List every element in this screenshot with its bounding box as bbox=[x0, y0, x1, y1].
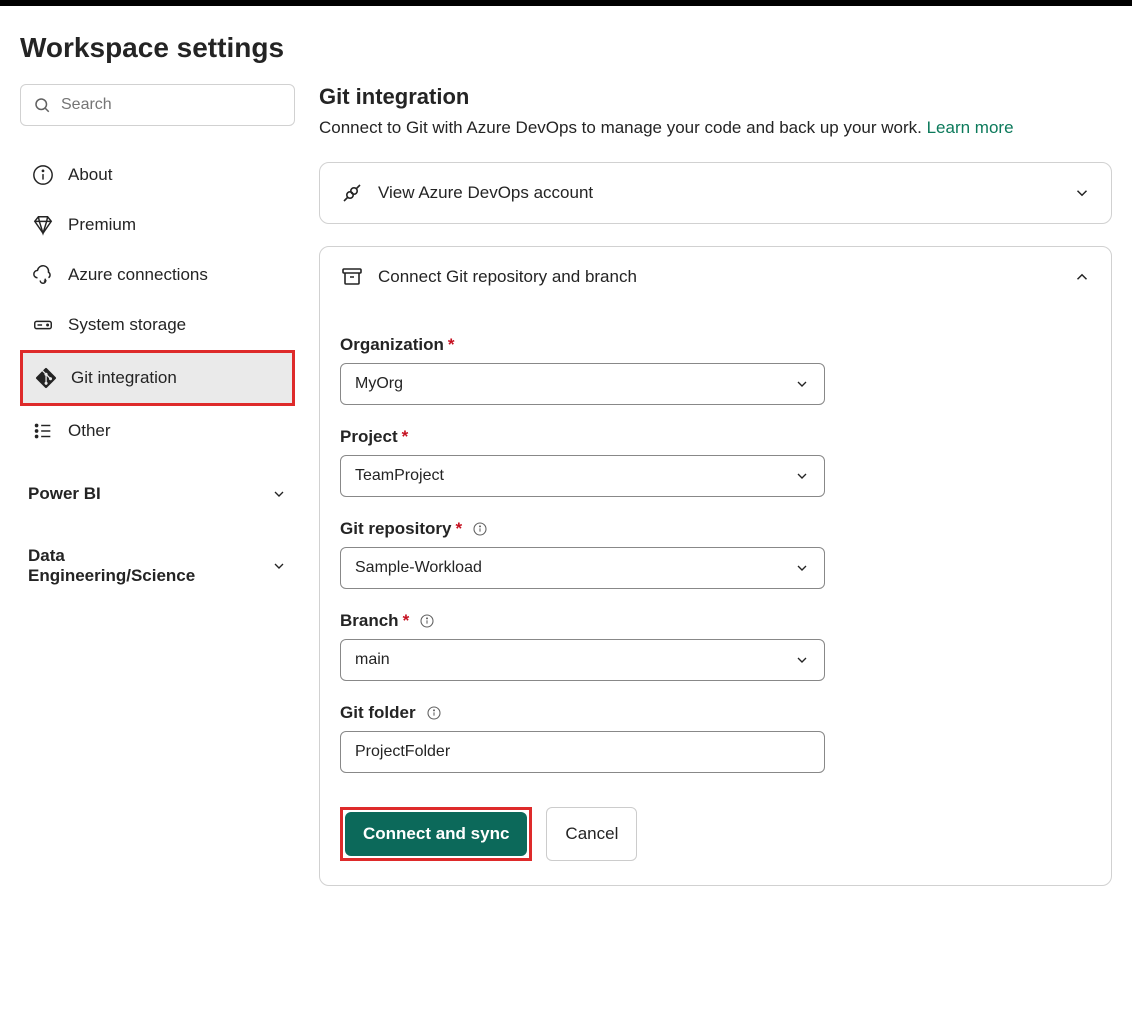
required-asterisk: * bbox=[402, 427, 409, 447]
sidebar-item-premium[interactable]: Premium bbox=[20, 200, 295, 250]
select-value: TeamProject bbox=[355, 467, 444, 485]
cloud-sync-icon bbox=[32, 264, 54, 286]
select-value: main bbox=[355, 651, 390, 669]
info-icon[interactable] bbox=[472, 521, 488, 537]
field-label-git-folder: Git folder bbox=[340, 703, 1091, 723]
panel-connect-repo: Connect Git repository and branch Organi… bbox=[319, 246, 1112, 886]
sidebar-group-label: Power BI bbox=[28, 484, 101, 504]
plug-icon bbox=[340, 181, 364, 205]
cancel-button[interactable]: Cancel bbox=[546, 807, 637, 861]
label-text: Git repository bbox=[340, 519, 451, 539]
panel-view-account-header[interactable]: View Azure DevOps account bbox=[320, 163, 1111, 223]
field-label-project: Project * bbox=[340, 427, 1091, 447]
chevron-down-icon bbox=[271, 486, 287, 502]
repository-select[interactable]: Sample-Workload bbox=[340, 547, 825, 589]
sidebar-item-label: About bbox=[68, 165, 112, 185]
chevron-down-icon bbox=[794, 468, 810, 484]
chevron-down-icon bbox=[1073, 184, 1091, 202]
required-asterisk: * bbox=[448, 335, 455, 355]
sidebar-item-git-integration[interactable]: Git integration bbox=[20, 350, 295, 406]
panel-connect-body: Organization * MyOrg Project * TeamProje… bbox=[320, 307, 1111, 885]
sidebar-item-label: Git integration bbox=[71, 368, 177, 388]
connect-button-highlight: Connect and sync bbox=[340, 807, 532, 861]
sidebar-item-other[interactable]: Other bbox=[20, 406, 295, 456]
main-content: Git integration Connect to Git with Azur… bbox=[295, 84, 1112, 908]
sidebar-group-powerbi[interactable]: Power BI bbox=[20, 470, 295, 518]
field-project: Project * TeamProject bbox=[340, 427, 1091, 497]
git-folder-input[interactable] bbox=[340, 731, 825, 773]
chevron-down-icon bbox=[794, 560, 810, 576]
field-branch: Branch * main bbox=[340, 611, 1091, 681]
panel-view-account: View Azure DevOps account bbox=[319, 162, 1112, 224]
sidebar-item-label: System storage bbox=[68, 315, 186, 335]
select-value: MyOrg bbox=[355, 375, 403, 393]
chevron-down-icon bbox=[794, 376, 810, 392]
field-label-branch: Branch * bbox=[340, 611, 1091, 631]
info-icon[interactable] bbox=[419, 613, 435, 629]
search-icon bbox=[33, 96, 51, 114]
label-text: Project bbox=[340, 427, 398, 447]
sidebar: About Premium Azure connections System s… bbox=[20, 84, 295, 908]
info-icon[interactable] bbox=[426, 705, 442, 721]
field-repository: Git repository * Sample-Workload bbox=[340, 519, 1091, 589]
branch-select[interactable]: main bbox=[340, 639, 825, 681]
project-select[interactable]: TeamProject bbox=[340, 455, 825, 497]
sidebar-item-label: Azure connections bbox=[68, 265, 208, 285]
sidebar-item-azure-connections[interactable]: Azure connections bbox=[20, 250, 295, 300]
diamond-icon bbox=[32, 214, 54, 236]
storage-icon bbox=[32, 314, 54, 336]
search-input[interactable] bbox=[61, 96, 282, 114]
archive-icon bbox=[340, 265, 364, 289]
button-row: Connect and sync Cancel bbox=[340, 807, 1091, 861]
list-icon bbox=[32, 420, 54, 442]
panel-title: Connect Git repository and branch bbox=[378, 267, 637, 287]
field-organization: Organization * MyOrg bbox=[340, 335, 1091, 405]
chevron-down-icon bbox=[794, 652, 810, 668]
label-text: Organization bbox=[340, 335, 444, 355]
field-label-repository: Git repository * bbox=[340, 519, 1091, 539]
label-text: Git folder bbox=[340, 703, 416, 723]
sidebar-item-label: Premium bbox=[68, 215, 136, 235]
chevron-down-icon bbox=[271, 558, 287, 574]
main-subtitle: Connect to Git with Azure DevOps to mana… bbox=[319, 118, 1112, 138]
field-label-organization: Organization * bbox=[340, 335, 1091, 355]
label-text: Branch bbox=[340, 611, 399, 631]
panel-title: View Azure DevOps account bbox=[378, 183, 593, 203]
field-git-folder: Git folder bbox=[340, 703, 1091, 773]
subtitle-text: Connect to Git with Azure DevOps to mana… bbox=[319, 118, 927, 137]
learn-more-link[interactable]: Learn more bbox=[927, 118, 1014, 137]
git-icon bbox=[35, 367, 57, 389]
panel-connect-repo-header[interactable]: Connect Git repository and branch bbox=[320, 247, 1111, 307]
page-title: Workspace settings bbox=[0, 6, 1132, 84]
sidebar-item-about[interactable]: About bbox=[20, 150, 295, 200]
connect-and-sync-button[interactable]: Connect and sync bbox=[345, 812, 527, 856]
select-value: Sample-Workload bbox=[355, 559, 482, 577]
sidebar-group-data-engineering[interactable]: Data Engineering/Science bbox=[20, 532, 295, 600]
sidebar-item-label: Other bbox=[68, 421, 111, 441]
main-title: Git integration bbox=[319, 84, 1112, 110]
sidebar-item-system-storage[interactable]: System storage bbox=[20, 300, 295, 350]
chevron-up-icon bbox=[1073, 268, 1091, 286]
required-asterisk: * bbox=[403, 611, 410, 631]
organization-select[interactable]: MyOrg bbox=[340, 363, 825, 405]
required-asterisk: * bbox=[455, 519, 462, 539]
sidebar-group-label: Data Engineering/Science bbox=[28, 546, 228, 586]
info-icon bbox=[32, 164, 54, 186]
search-box[interactable] bbox=[20, 84, 295, 126]
